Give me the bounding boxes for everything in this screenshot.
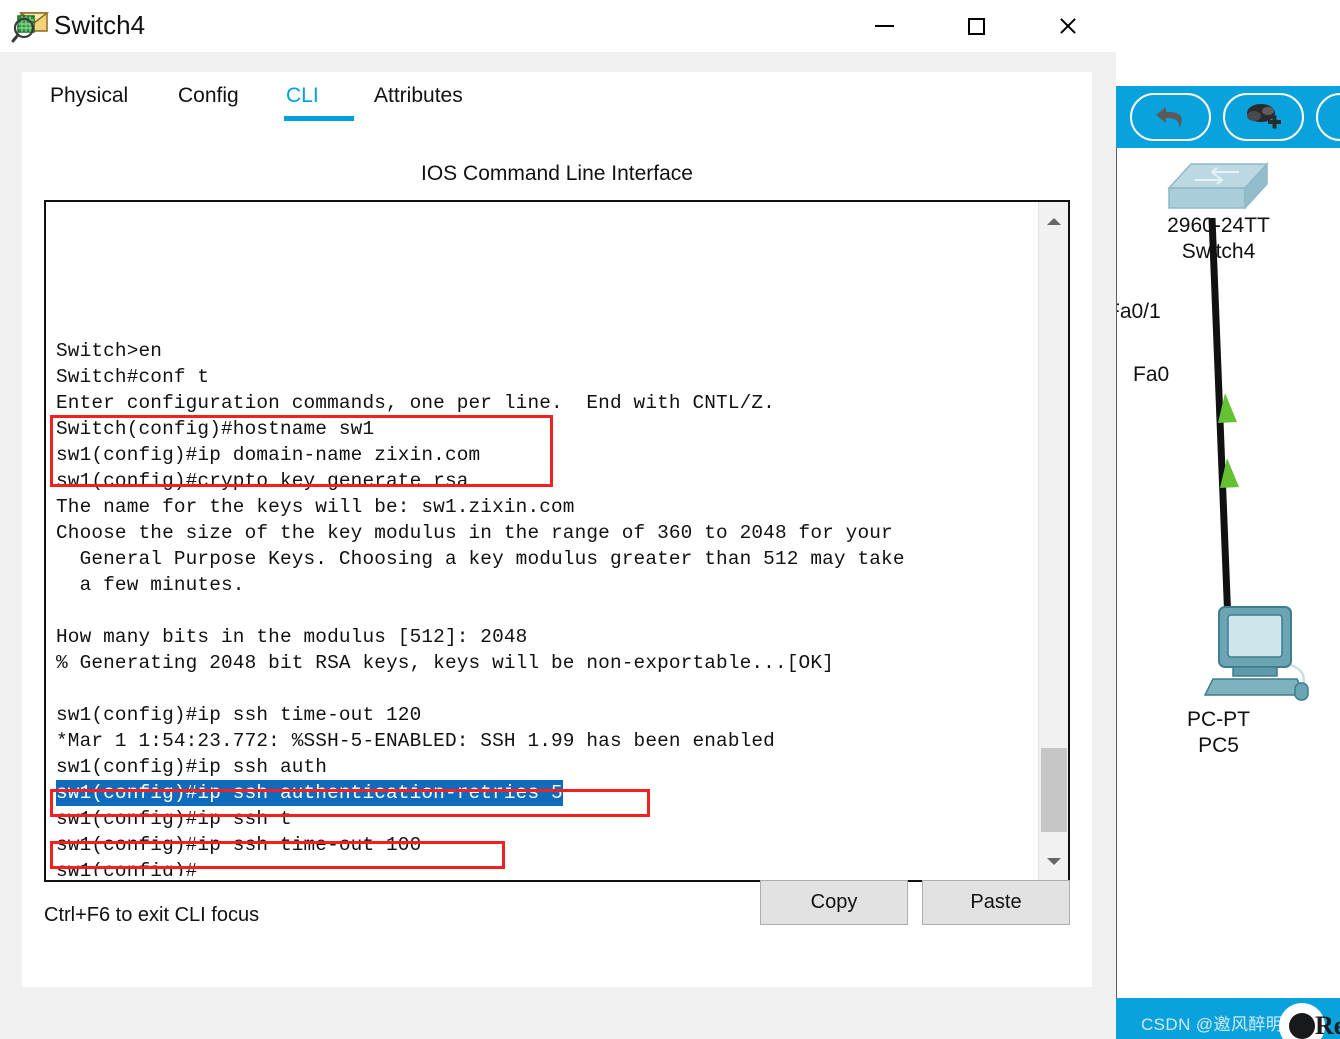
pc-device-icon[interactable] <box>1203 603 1313 708</box>
undo-icon <box>1155 107 1182 128</box>
cli-line <box>56 234 1032 260</box>
cli-line: Switch#conf t <box>56 366 210 388</box>
cli-line: sw1(config)#ip domain-name zixin.com <box>56 444 481 466</box>
minimize-icon <box>874 25 894 27</box>
cli-line: Enter configuration commands, one per li… <box>56 392 775 414</box>
tab-physical-label: Physical <box>50 84 129 107</box>
tab-physical[interactable]: Physical <box>50 72 128 126</box>
cli-line <box>56 208 1032 234</box>
cli-output-text: Switch>en Switch#conf t Enter configuratio… <box>56 208 1032 876</box>
switch-name-label: Switch4 <box>1181 240 1256 263</box>
copy-button-label: Copy <box>810 891 858 913</box>
cli-line: a few minutes. <box>56 574 245 596</box>
close-icon <box>1058 16 1078 36</box>
add-cluster-button[interactable] <box>1223 93 1304 141</box>
copy-button[interactable]: Copy <box>760 880 908 925</box>
envelope-magnifier-icon <box>11 12 50 43</box>
active-tab-indicator <box>284 116 354 121</box>
switch-model-label: 2960-24TT <box>1167 214 1270 237</box>
cli-heading: IOS Command Line Interface <box>421 162 693 185</box>
cli-line <box>56 598 1032 624</box>
tab-config[interactable]: Config <box>178 72 239 126</box>
undo-button[interactable] <box>1130 93 1211 141</box>
link-label-fa0: Fa0 <box>1133 363 1170 386</box>
cli-line: % Generating 2048 bit RSA keys, keys wil… <box>56 652 834 674</box>
maximize-button[interactable] <box>930 0 1022 52</box>
watermark-text: CSDN @邀风醉明月 <box>1141 1015 1301 1034</box>
pc-model-label: PC-PT <box>1187 708 1250 731</box>
paste-button-label: Paste <box>970 891 1022 913</box>
cli-line: How many bits in the modulus [512]: 2048 <box>56 626 528 648</box>
cli-line: Choose the size of the key modulus in th… <box>56 522 893 544</box>
cli-line: Switch>en <box>56 340 163 362</box>
cli-line <box>56 676 1032 702</box>
window-body: Physical Config CLI Attributes IOS Comma… <box>0 52 1116 997</box>
cli-line: sw1(config)#ip ssh t <box>56 808 292 830</box>
cli-line: General Purpose Keys. Choosing a key mod… <box>56 548 905 570</box>
cli-line: sw1(config)#ip ssh time-out 120 <box>56 704 422 726</box>
paste-button[interactable]: Paste <box>922 880 1070 925</box>
cli-line: sw1(config)# <box>56 860 198 876</box>
cli-terminal[interactable]: Switch>en Switch#conf t Enter configuratio… <box>44 200 1070 882</box>
device-window: Switch4 Physical Config CLI Attributes I… <box>0 0 1116 1039</box>
tab-attributes-label: Attributes <box>374 84 463 107</box>
topology-link <box>1208 217 1239 649</box>
pt-top-area <box>1097 0 1340 78</box>
cli-scrollbar[interactable] <box>1038 202 1068 880</box>
cli-focus-hint: Ctrl+F6 to exit CLI focus <box>44 904 260 926</box>
chevron-up-icon <box>1047 217 1061 225</box>
cli-line: sw1(config)#ip ssh auth <box>56 756 328 778</box>
cli-line: sw1(config)#ip ssh time-out 100 <box>56 834 422 856</box>
cli-line: sw1(config)#crypto key generate rsa <box>56 470 469 492</box>
cli-line <box>56 260 1032 286</box>
maximize-icon <box>967 17 985 35</box>
link-label-fa01: Fa0/1 <box>1107 300 1161 323</box>
cli-line: Switch(config)#hostname sw1 <box>56 418 375 440</box>
pc-name-label: PC5 <box>1198 734 1239 757</box>
cli-line <box>56 286 1032 312</box>
pt-workspace-canvas[interactable]: 2960-24TT Switch4 Fa0/1 Fa0 PC-PT PC5 <box>1097 148 1340 998</box>
device-panel: Physical Config CLI Attributes IOS Comma… <box>22 72 1092 997</box>
cli-line: The name for the keys will be: sw1.zixin… <box>56 496 575 518</box>
tab-bar: Physical Config CLI Attributes <box>22 72 492 126</box>
minimize-button[interactable] <box>838 0 930 52</box>
switch-device-icon[interactable] <box>1165 158 1271 220</box>
close-button[interactable] <box>1022 0 1114 52</box>
badge-text: Re <box>1315 1011 1340 1039</box>
screen-root: t] <box>0 0 1340 1039</box>
window-title: Switch4 <box>54 10 146 40</box>
cli-line-selected: sw1(config)#ip ssh authentication-retrie… <box>56 780 1032 806</box>
window-titlebar[interactable]: Switch4 <box>0 0 1116 52</box>
cli-line <box>56 312 1032 338</box>
badge-circle-icon <box>1289 1013 1315 1039</box>
tab-cli-label: CLI <box>286 84 319 107</box>
packet-tracer-app: t] <box>1097 0 1340 1039</box>
scroll-down-button[interactable] <box>1039 846 1069 876</box>
chevron-down-icon <box>1047 857 1061 865</box>
tab-config-label: Config <box>178 84 239 107</box>
cli-line: *Mar 1 1:54:23.772: %SSH-5-ENABLED: SSH … <box>56 730 775 752</box>
scrollbar-thumb[interactable] <box>1041 748 1067 832</box>
scroll-up-button[interactable] <box>1039 206 1069 236</box>
add-cluster-icon <box>1246 104 1281 129</box>
window-footer: Top <box>0 987 1116 1039</box>
cli-selected-text: sw1(config)#ip ssh authentication-retrie… <box>56 780 563 806</box>
tab-attributes[interactable]: Attributes <box>374 72 463 126</box>
